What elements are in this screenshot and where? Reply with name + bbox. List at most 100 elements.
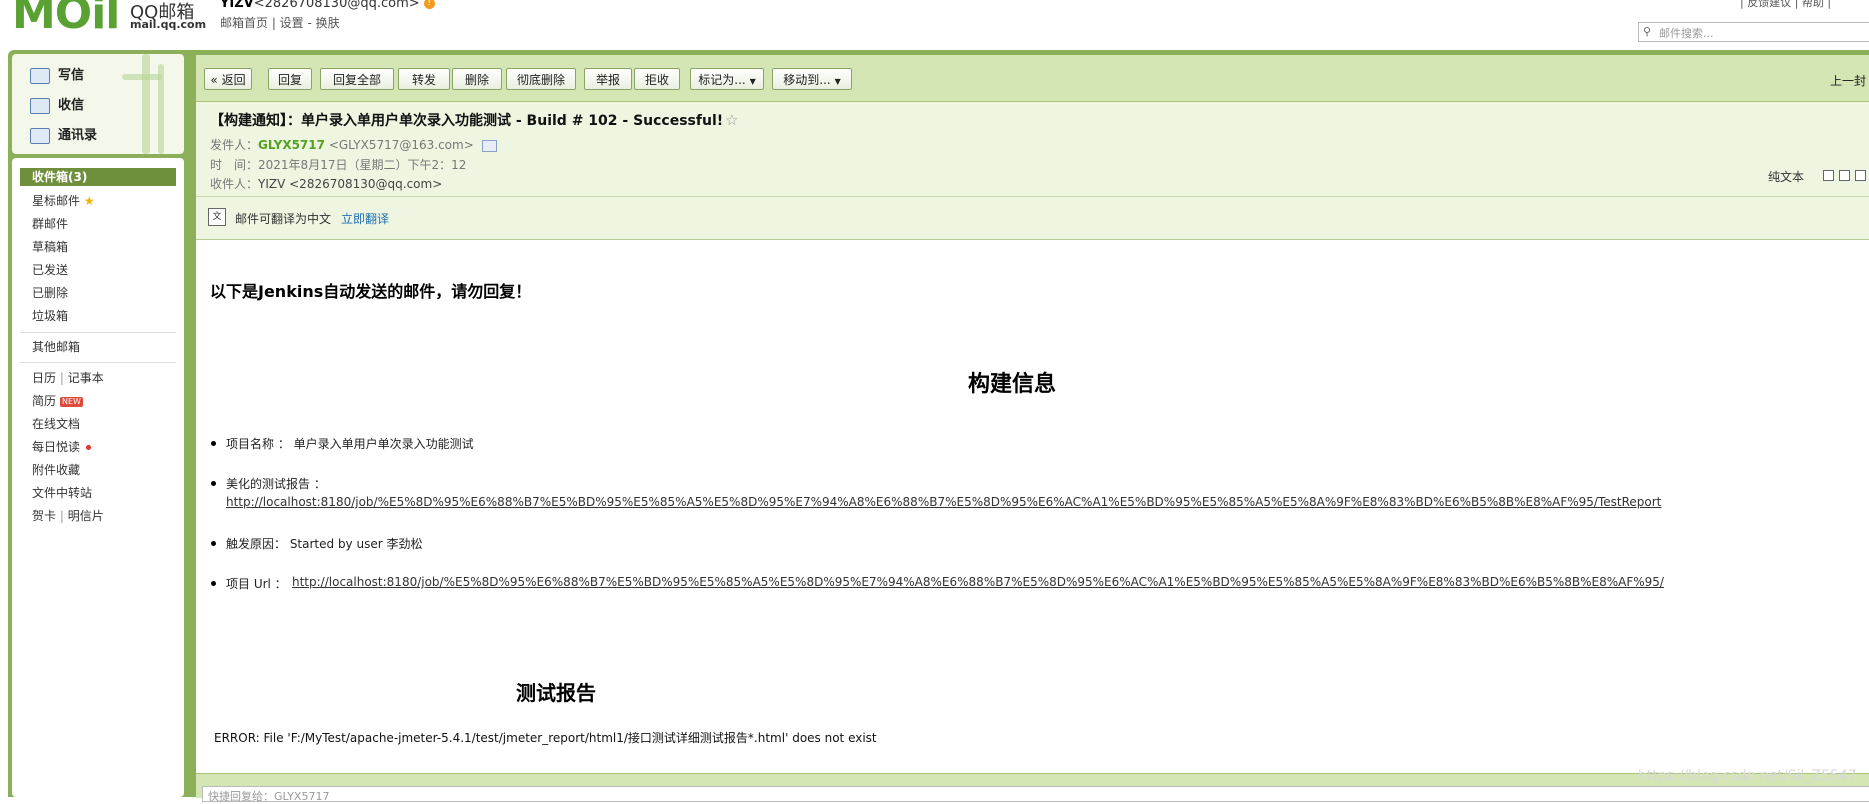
sender-name[interactable]: GLYX5717 bbox=[258, 138, 325, 152]
link-divider: | bbox=[59, 509, 64, 523]
download-icon[interactable] bbox=[1855, 170, 1866, 181]
project-name-item: 项目名称 ： 单户录入单用户单次录入功能测试 bbox=[211, 437, 474, 451]
recipient-line: 收件人：YIZV <2826708130@qq.com> bbox=[210, 175, 442, 192]
time-value: 2021年8月17日（星期二）下午2：12 bbox=[258, 158, 467, 172]
subject-text: 【构建通知】：单户录入单用户单次录入功能测试 - Build # 102 - S… bbox=[210, 113, 724, 129]
contacts-icon bbox=[30, 127, 50, 144]
folder-other[interactable]: 其他邮箱 bbox=[32, 338, 80, 355]
daily-link[interactable]: 每日悦读 bbox=[32, 438, 92, 455]
compose-icon bbox=[30, 67, 50, 84]
folder-drafts[interactable]: 草稿箱 bbox=[32, 238, 68, 255]
translate-bar bbox=[196, 197, 1869, 240]
delete-permanently-button[interactable]: 彻底删除 bbox=[506, 68, 576, 90]
report-url-link[interactable]: http://localhost:8180/job/%E5%8D%95%E6%8… bbox=[226, 495, 1661, 509]
move-to-dropdown[interactable]: 移动到... ▼ bbox=[772, 68, 852, 90]
unread-dot-icon bbox=[86, 445, 92, 450]
mail-logo[interactable]: MOil QQ邮箱 mail.qq.com bbox=[12, 0, 206, 39]
divider bbox=[20, 332, 176, 333]
project-url-item: 项目 Url ： bbox=[211, 575, 287, 592]
folder-sent[interactable]: 已发送 bbox=[32, 261, 68, 278]
new-window-icon[interactable] bbox=[1823, 170, 1834, 181]
compose-button[interactable]: 写信 bbox=[30, 64, 84, 84]
mark-as-dropdown[interactable]: 标记为... ▼ bbox=[690, 68, 764, 90]
sender-line: 发件人：GLYX5717 <GLYX5717@163.com> bbox=[210, 136, 497, 153]
move-to-label: 移动到... bbox=[783, 73, 831, 87]
quick-reply-input[interactable] bbox=[202, 786, 1869, 802]
attachments-link[interactable]: 附件收藏 bbox=[32, 461, 80, 478]
translate-label: 邮件可翻译为中文 bbox=[235, 212, 332, 226]
print-icon[interactable] bbox=[1839, 170, 1850, 181]
receive-button[interactable]: 收信 bbox=[30, 94, 84, 114]
back-button[interactable]: « 返回 bbox=[204, 68, 252, 90]
user-name: YIZV bbox=[220, 0, 254, 11]
chevron-down-icon: ▼ bbox=[834, 77, 841, 86]
folder-deleted[interactable]: 已删除 bbox=[32, 284, 68, 301]
transfer-link[interactable]: 文件中转站 bbox=[32, 484, 92, 501]
translate-text: 邮件可翻译为中文 立即翻译 bbox=[235, 210, 389, 227]
test-report-heading: 测试报告 bbox=[516, 681, 596, 705]
translate-icon: 文 bbox=[208, 208, 226, 226]
recipient-label: 收件人： bbox=[210, 177, 259, 191]
bamboo-decor bbox=[142, 54, 150, 154]
translate-now-link[interactable]: 立即翻译 bbox=[341, 212, 389, 226]
reply-button[interactable]: 回复 bbox=[268, 68, 312, 90]
logo-text: MOil bbox=[12, 0, 120, 39]
folder-group[interactable]: 群邮件 bbox=[32, 215, 68, 232]
new-badge: NEW bbox=[60, 396, 83, 407]
star-icon: ★ bbox=[83, 194, 95, 208]
project-url-link[interactable]: http://localhost:8180/job/%E5%8D%95%E6%8… bbox=[292, 575, 1664, 589]
alert-icon[interactable]: ! bbox=[423, 0, 435, 9]
top-links[interactable]: | 反馈建议 | 帮助 | bbox=[1740, 0, 1831, 10]
time-label: 时 间： bbox=[210, 158, 259, 172]
chevron-down-icon: ▼ bbox=[749, 77, 756, 86]
project-url-label: 项目 Url ： bbox=[226, 577, 287, 591]
mail-intro: 以下是Jenkins自动发送的邮件，请勿回复！ bbox=[210, 282, 532, 301]
sender-email: <GLYX5717@163.com> bbox=[328, 138, 474, 152]
search-placeholder: 邮件搜索... bbox=[1659, 27, 1714, 40]
user-nav[interactable]: 邮箱首页 | 设置 - 换肤 bbox=[220, 14, 340, 31]
build-info-heading: 构建信息 bbox=[967, 372, 1056, 397]
left-quick-panel: 写信 收信 通讯录 bbox=[12, 54, 184, 154]
forward-button[interactable]: 转发 bbox=[398, 68, 450, 90]
receive-icon bbox=[30, 97, 50, 114]
sender-label: 发件人： bbox=[210, 138, 259, 152]
delete-button[interactable]: 删除 bbox=[452, 68, 502, 90]
daily-label: 每日悦读 bbox=[32, 440, 81, 454]
watermark-text: https://blog.csdn.net/Sil_Z5547 bbox=[1638, 768, 1857, 784]
receive-label: 收信 bbox=[58, 98, 85, 113]
cards-link[interactable]: 贺卡 bbox=[32, 509, 56, 523]
search-icon: ⚲ bbox=[1643, 25, 1652, 38]
star-toggle-icon[interactable]: ☆ bbox=[725, 111, 738, 129]
reject-button[interactable]: 拒收 bbox=[634, 68, 680, 90]
mark-as-label: 标记为... bbox=[698, 73, 746, 87]
mail-subject: 【构建通知】：单户录入单用户单次录入功能测试 - Build # 102 - S… bbox=[210, 110, 739, 130]
quick-reply-placeholder: 快捷回复给：GLYX5717 bbox=[208, 790, 330, 803]
reply-all-button[interactable]: 回复全部 bbox=[320, 68, 394, 90]
trigger-item: 触发原因： Started by user 李劲松 bbox=[210, 537, 423, 551]
folder-junk[interactable]: 垃圾箱 bbox=[32, 307, 68, 324]
plain-text-link[interactable]: 纯文本 bbox=[1768, 168, 1804, 185]
mail-toolbar: « 返回 回复 回复全部 转发 删除 彻底删除 举报 拒收 标记为... ▼ 移… bbox=[196, 55, 1869, 102]
bamboo-leaf bbox=[122, 74, 162, 80]
logo-domain: mail.qq.com bbox=[130, 18, 207, 31]
user-info: YIZV<2826708130@qq.com>! bbox=[220, 0, 435, 11]
time-line: 时 间：2021年8月17日（星期二）下午2：12 bbox=[210, 156, 466, 173]
docs-link[interactable]: 在线文档 bbox=[32, 415, 80, 432]
contacts-button[interactable]: 通讯录 bbox=[30, 124, 97, 144]
error-message: ERROR: File 'F:/MyTest/apache-jmeter-5.4… bbox=[214, 731, 877, 745]
report-button[interactable]: 举报 bbox=[584, 68, 632, 90]
search-input[interactable]: ⚲ 邮件搜索... bbox=[1638, 22, 1869, 42]
recipient-value: YIZV <2826708130@qq.com> bbox=[258, 177, 443, 191]
report-label-item: 美化的测试报告 ： bbox=[211, 477, 326, 491]
contacts-label: 通讯录 bbox=[58, 128, 98, 143]
folder-inbox[interactable]: 收件箱(3) bbox=[20, 168, 176, 186]
divider bbox=[20, 362, 176, 363]
folder-starred[interactable]: 星标邮件 ★ bbox=[32, 192, 95, 209]
contact-card-icon[interactable] bbox=[481, 139, 497, 152]
user-email: <2826708130@qq.com> bbox=[253, 0, 420, 11]
compose-label: 写信 bbox=[58, 68, 85, 83]
prev-mail-link[interactable]: 上一封 bbox=[1830, 72, 1866, 89]
postcard-link[interactable]: 明信片 bbox=[68, 509, 104, 523]
folder-starred-label: 星标邮件 bbox=[32, 194, 81, 208]
tools-cards: 贺卡 | 明信片 bbox=[32, 507, 104, 524]
